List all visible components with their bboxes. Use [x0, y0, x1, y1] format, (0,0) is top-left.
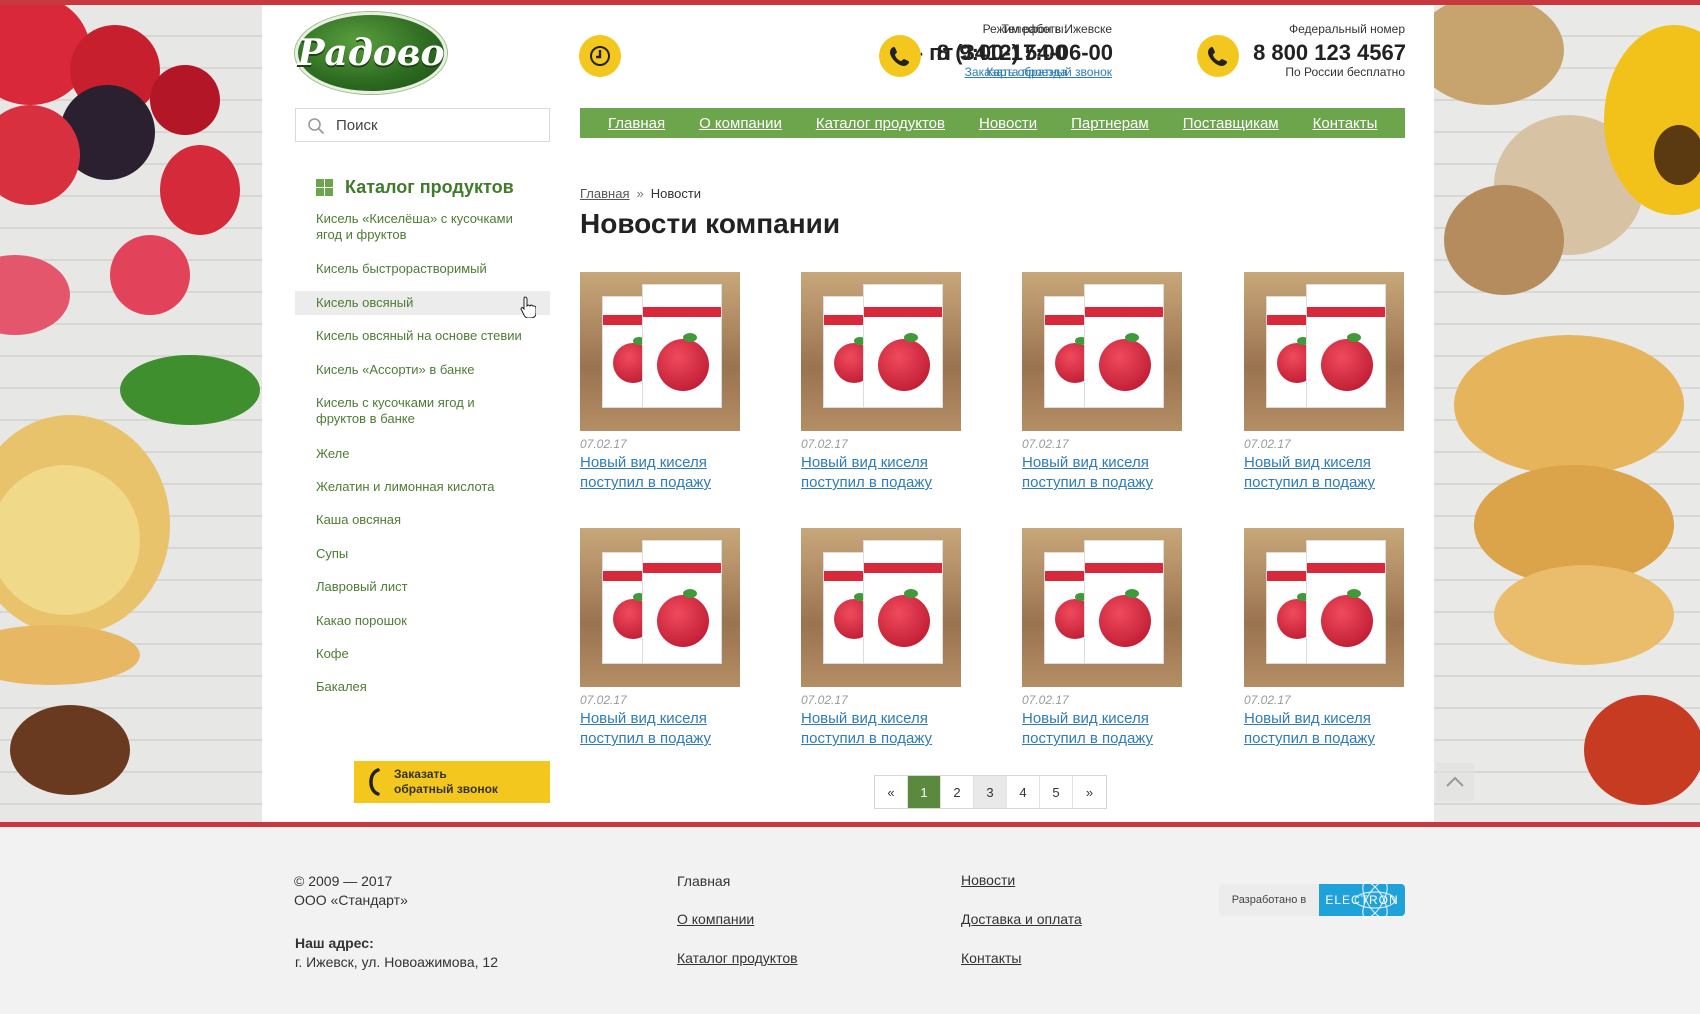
news-title-link[interactable]: Новый вид киселя поступил в подажу	[1022, 453, 1192, 493]
footer-company: ООО «Стандарт»	[294, 892, 408, 908]
sidebar-item-active[interactable]: Кисель овсяный	[295, 291, 550, 315]
sidebar-item[interactable]: Кисель с кусочками ягод и фруктов в банк…	[295, 395, 485, 427]
hand-cursor-icon	[520, 296, 536, 318]
catalog-heading: Каталог продуктов	[316, 177, 514, 198]
pagination: « 1 2 3 4 5 »	[874, 775, 1107, 809]
page-title: Новости компании	[580, 208, 841, 239]
news-image[interactable]	[580, 272, 740, 431]
breadcrumb-current: Новости	[650, 186, 702, 201]
federal-phone-label: Федеральный номер	[1289, 22, 1405, 36]
news-image[interactable]	[580, 528, 740, 687]
news-card[interactable]: 07.02.17 Новый вид киселя поступил в пода…	[801, 528, 971, 749]
news-card[interactable]: 07.02.17 Новый вид киселя поступил в пода…	[580, 272, 750, 493]
news-title-link[interactable]: Новый вид киселя поступил в подажу	[1244, 453, 1414, 493]
search-box	[295, 108, 550, 142]
sidebar-item[interactable]: Какао порошок	[295, 613, 550, 629]
news-image[interactable]	[1244, 272, 1404, 431]
news-date: 07.02.17	[1244, 693, 1291, 707]
sidebar-item[interactable]: Кисель быстрорастворимый	[295, 261, 550, 277]
search-input[interactable]	[336, 115, 536, 135]
news-date: 07.02.17	[1022, 437, 1069, 451]
news-date: 07.02.17	[580, 693, 627, 707]
federal-phone-value[interactable]: 8 800 123 4567	[262, 40, 1406, 66]
footer-link-home[interactable]: Главная	[677, 872, 730, 891]
news-card[interactable]: 07.02.17 Новый вид киселя поступил в пода…	[1244, 272, 1414, 493]
news-title-link[interactable]: Новый вид киселя поступил в подажу	[1244, 709, 1414, 749]
news-image[interactable]	[1022, 528, 1182, 687]
news-date: 07.02.17	[801, 693, 848, 707]
chevron-up-icon	[1446, 776, 1464, 787]
news-title-link[interactable]: Новый вид киселя поступил в подажу	[801, 709, 971, 749]
sidebar-item[interactable]: Желатин и лимонная кислота	[295, 479, 550, 495]
pagination-page[interactable]: 4	[1007, 776, 1040, 808]
news-date: 07.02.17	[1022, 693, 1069, 707]
breadcrumb-home-link[interactable]: Главная	[580, 186, 629, 201]
news-title-link[interactable]: Новый вид киселя поступил в подажу	[1022, 709, 1192, 749]
pagination-prev[interactable]: «	[875, 776, 908, 808]
footer-link-contacts[interactable]: Контакты	[961, 950, 1021, 966]
breadcrumb: Главная» Новости	[580, 186, 702, 201]
news-title-link[interactable]: Новый вид киселя поступил в подажу	[580, 453, 750, 493]
sidebar-item[interactable]: Супы	[295, 546, 550, 562]
sidebar-item[interactable]: Бакалея	[295, 679, 550, 695]
scroll-to-top-button[interactable]	[1436, 763, 1474, 801]
news-title-link[interactable]: Новый вид киселя поступил в подажу	[801, 453, 971, 493]
footer-address: г. Ижевск, ул. Новоажимова, 12	[295, 954, 498, 970]
nav-item-home[interactable]: Главная	[608, 115, 665, 132]
news-date: 07.02.17	[1244, 437, 1291, 451]
news-card[interactable]: 07.02.17 Новый вид киселя поступил в пода…	[801, 272, 971, 493]
nav-item-contacts[interactable]: Контакты	[1313, 115, 1378, 132]
developer-badge[interactable]: Разработано в ELECTRON	[1219, 881, 1405, 919]
sidebar-item[interactable]: Кисель «Киселёша» с кусочками ягод и фру…	[295, 211, 530, 243]
news-image[interactable]	[801, 272, 961, 431]
pagination-next[interactable]: »	[1073, 776, 1106, 808]
handset-icon	[354, 761, 394, 803]
federal-phone-note: По России бесплатно	[1285, 65, 1405, 79]
news-card[interactable]: 07.02.17 Новый вид киселя поступил в пода…	[1022, 528, 1192, 749]
news-card[interactable]: 07.02.17 Новый вид киселя поступил в пода…	[580, 528, 750, 749]
sidebar-item[interactable]: Кисель «Ассорти» в банке	[295, 362, 550, 378]
nav-item-partners[interactable]: Партнерам	[1071, 115, 1149, 132]
footer-copyright: © 2009 — 2017	[294, 873, 393, 889]
callback-button[interactable]: Заказать обратный звонок	[354, 761, 550, 803]
news-date: 07.02.17	[801, 437, 848, 451]
nav-item-suppliers[interactable]: Поставщикам	[1183, 115, 1279, 132]
footer-link-catalog[interactable]: Каталог продуктов	[677, 950, 798, 966]
sidebar-item[interactable]: Желе	[295, 446, 550, 462]
news-card[interactable]: 07.02.17 Новый вид киселя поступил в пода…	[1022, 272, 1192, 493]
search-icon[interactable]	[307, 117, 325, 135]
news-card[interactable]: 07.02.17 Новый вид киселя поступил в пода…	[1244, 528, 1414, 749]
sidebar-item[interactable]: Каша овсяная	[295, 512, 550, 528]
main-nav: Главная О компании Каталог продуктов Нов…	[580, 108, 1405, 138]
pagination-page[interactable]: 2	[941, 776, 974, 808]
news-image[interactable]	[1022, 272, 1182, 431]
news-image[interactable]	[801, 528, 961, 687]
sidebar-item[interactable]: Кофе	[295, 646, 550, 662]
nav-item-about[interactable]: О компании	[699, 115, 782, 132]
pagination-page[interactable]: 5	[1040, 776, 1073, 808]
footer	[0, 827, 1700, 1014]
footer-link-news[interactable]: Новости	[961, 872, 1015, 888]
decorative-background-right	[1434, 5, 1700, 822]
news-image[interactable]	[1244, 528, 1404, 687]
grid-icon	[316, 179, 333, 196]
footer-link-delivery[interactable]: Доставка и оплата	[961, 911, 1082, 927]
page-container: Радово Режим работы: пн- пт 9:00-17:00 К…	[262, 5, 1434, 822]
news-date: 07.02.17	[580, 437, 627, 451]
pagination-page[interactable]: 3	[974, 776, 1007, 808]
news-title-link[interactable]: Новый вид киселя поступил в подажу	[580, 709, 750, 749]
sidebar-item[interactable]: Кисель овсяный на основе стевии	[295, 328, 550, 344]
decorative-background-left	[0, 5, 262, 822]
nav-item-news[interactable]: Новости	[979, 115, 1037, 132]
footer-address-label: Наш адрес:	[295, 935, 374, 951]
sidebar-item[interactable]: Лавровый лист	[295, 579, 550, 595]
footer-link-about[interactable]: О компании	[677, 911, 754, 927]
pagination-page-current[interactable]: 1	[908, 776, 941, 808]
nav-item-catalog[interactable]: Каталог продуктов	[816, 115, 945, 132]
